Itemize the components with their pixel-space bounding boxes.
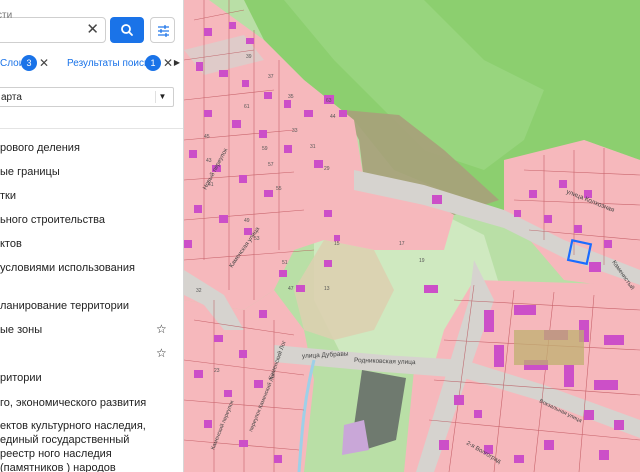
layer-item[interactable]: условиями использования (0, 261, 135, 275)
layer-item[interactable]: рового деления (0, 141, 80, 155)
house-number: 35 (288, 94, 294, 100)
chevron-right-icon[interactable]: ▶ (174, 58, 180, 67)
house-number: 49 (244, 218, 250, 224)
search-input[interactable]: сти ✕ (0, 10, 106, 43)
house-number: 57 (268, 162, 274, 168)
sliders-icon (158, 25, 169, 37)
house-number: 44 (330, 114, 336, 120)
layer-item[interactable]: ые границы (0, 165, 60, 179)
house-number: 31 (310, 144, 316, 150)
basemap-select[interactable]: арта ▼ (0, 87, 174, 107)
cadastral-map[interactable]: Новый переулок Каменская улица улица Дуб… (184, 0, 640, 472)
search-icon (121, 24, 133, 36)
layer-item[interactable]: го, экономического развития (0, 396, 146, 410)
house-number: 45 (204, 134, 210, 140)
house-number: 19 (419, 258, 425, 264)
star-icon[interactable]: ☆ (156, 322, 167, 336)
clear-search-icon[interactable]: ✕ (86, 22, 99, 38)
panel-divider (0, 128, 183, 129)
house-number: 37 (268, 74, 274, 80)
house-number: 29 (324, 166, 330, 172)
layer-item[interactable]: ьного строительства (0, 213, 105, 227)
search-button[interactable] (110, 17, 144, 43)
house-number: 59 (262, 146, 268, 152)
results-chip-label[interactable]: Результаты поиска (67, 58, 154, 69)
layer-item[interactable]: ктов (0, 237, 22, 251)
house-number: 39 (246, 54, 252, 60)
layers-count-badge: 3 (21, 55, 37, 71)
basemap-select-value: арта (1, 92, 22, 103)
house-number: 51 (282, 260, 288, 266)
house-number: 63 (326, 98, 332, 104)
house-number: 15 (334, 241, 340, 247)
house-number: 43 (206, 158, 212, 164)
house-number: 17 (399, 241, 405, 247)
house-number: 55 (276, 186, 282, 192)
layer-item[interactable]: ектов культурного наследия, единый госуд… (0, 419, 160, 472)
filter-settings-button[interactable] (150, 17, 175, 43)
side-panel: сти ✕ Слои 3 ✕ Результаты поиска 1 ✕ ▶ а… (0, 0, 184, 472)
layers-chip-close-icon[interactable]: ✕ (39, 56, 49, 70)
results-chip-close-icon[interactable]: ✕ (163, 56, 173, 70)
house-number: 47 (288, 286, 294, 292)
house-number: 32 (196, 288, 202, 294)
map-canvas[interactable]: Новый переулок Каменская улица улица Дуб… (184, 0, 640, 472)
results-count-badge: 1 (145, 55, 161, 71)
layer-item[interactable]: ые зоны (0, 323, 42, 337)
house-number: 33 (292, 128, 298, 134)
layer-item[interactable]: ритории (0, 371, 42, 385)
house-number: 41 (208, 182, 214, 188)
search-label: сти (0, 10, 13, 21)
star-icon[interactable]: ☆ (156, 346, 167, 360)
caret-down-icon: ▼ (155, 91, 169, 103)
house-number: 53 (254, 236, 260, 242)
layer-item[interactable]: ланирование территории (0, 299, 129, 313)
house-number: 13 (324, 286, 330, 292)
layer-item[interactable]: тки (0, 189, 16, 203)
house-number: 61 (244, 104, 250, 110)
house-number: 23 (214, 368, 220, 374)
active-chips-bar: Слои 3 ✕ Результаты поиска 1 ✕ ▶ (0, 54, 183, 76)
